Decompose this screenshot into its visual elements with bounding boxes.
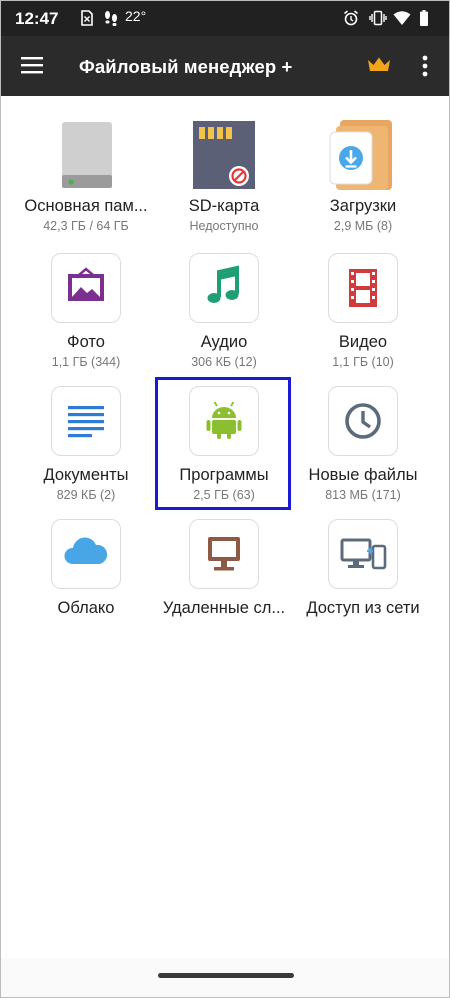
clock-icon <box>328 386 398 456</box>
selection-highlight <box>155 377 291 510</box>
tile-sub: Недоступно <box>189 219 259 233</box>
tile-sub: 829 КБ (2) <box>56 488 116 502</box>
tile-label: Загрузки <box>329 197 397 215</box>
cloud-icon <box>51 519 121 589</box>
tile-sub: 2,9 МБ (8) <box>333 219 393 233</box>
status-time: 12:47 <box>15 9 59 28</box>
tile-label: Доступ из сети <box>306 599 420 617</box>
crown-icon[interactable] <box>367 56 391 74</box>
tile-label: Аудио <box>200 333 248 351</box>
tile-sub: 1,1 ГБ (10) <box>332 355 394 369</box>
tile-sub: 813 МБ (171) <box>325 488 401 502</box>
wifi-icon <box>393 11 411 25</box>
downloads-folder-icon <box>326 117 400 193</box>
tile-sub: 42,3 ГБ / 64 ГБ <box>43 219 129 233</box>
tile-label: Видео <box>338 333 388 351</box>
storage-drive-icon <box>49 117 123 193</box>
film-icon <box>328 253 398 323</box>
home-gesture-bar[interactable] <box>158 973 294 978</box>
status-bar: 12:47 22° <box>1 1 449 36</box>
photo-icon <box>51 253 121 323</box>
menu-icon[interactable] <box>21 56 43 74</box>
monitor-icon <box>189 519 259 589</box>
more-vert-icon[interactable] <box>419 54 431 78</box>
tile-sub: 306 КБ (12) <box>191 355 257 369</box>
battery-icon <box>420 10 428 26</box>
alarm-icon <box>344 10 358 26</box>
tile-label: Новые файлы <box>308 466 418 484</box>
navigation-bar <box>1 958 449 997</box>
app-bar: Файловый менеджер + <box>1 36 449 96</box>
tile-sub: 1,1 ГБ (344) <box>51 355 121 369</box>
status-temperature: 22° <box>125 8 147 24</box>
sd-card-icon <box>187 117 261 193</box>
footsteps-icon <box>105 11 117 26</box>
devices-icon <box>328 519 398 589</box>
sim-icon <box>81 10 93 26</box>
tile-label: Удаленные сл... <box>162 599 286 617</box>
tile-label: SD-карта <box>188 197 260 215</box>
app-title: Файловый менеджер + <box>79 56 293 77</box>
document-lines-icon <box>51 386 121 456</box>
music-note-icon <box>189 253 259 323</box>
vibrate-icon <box>369 10 387 26</box>
